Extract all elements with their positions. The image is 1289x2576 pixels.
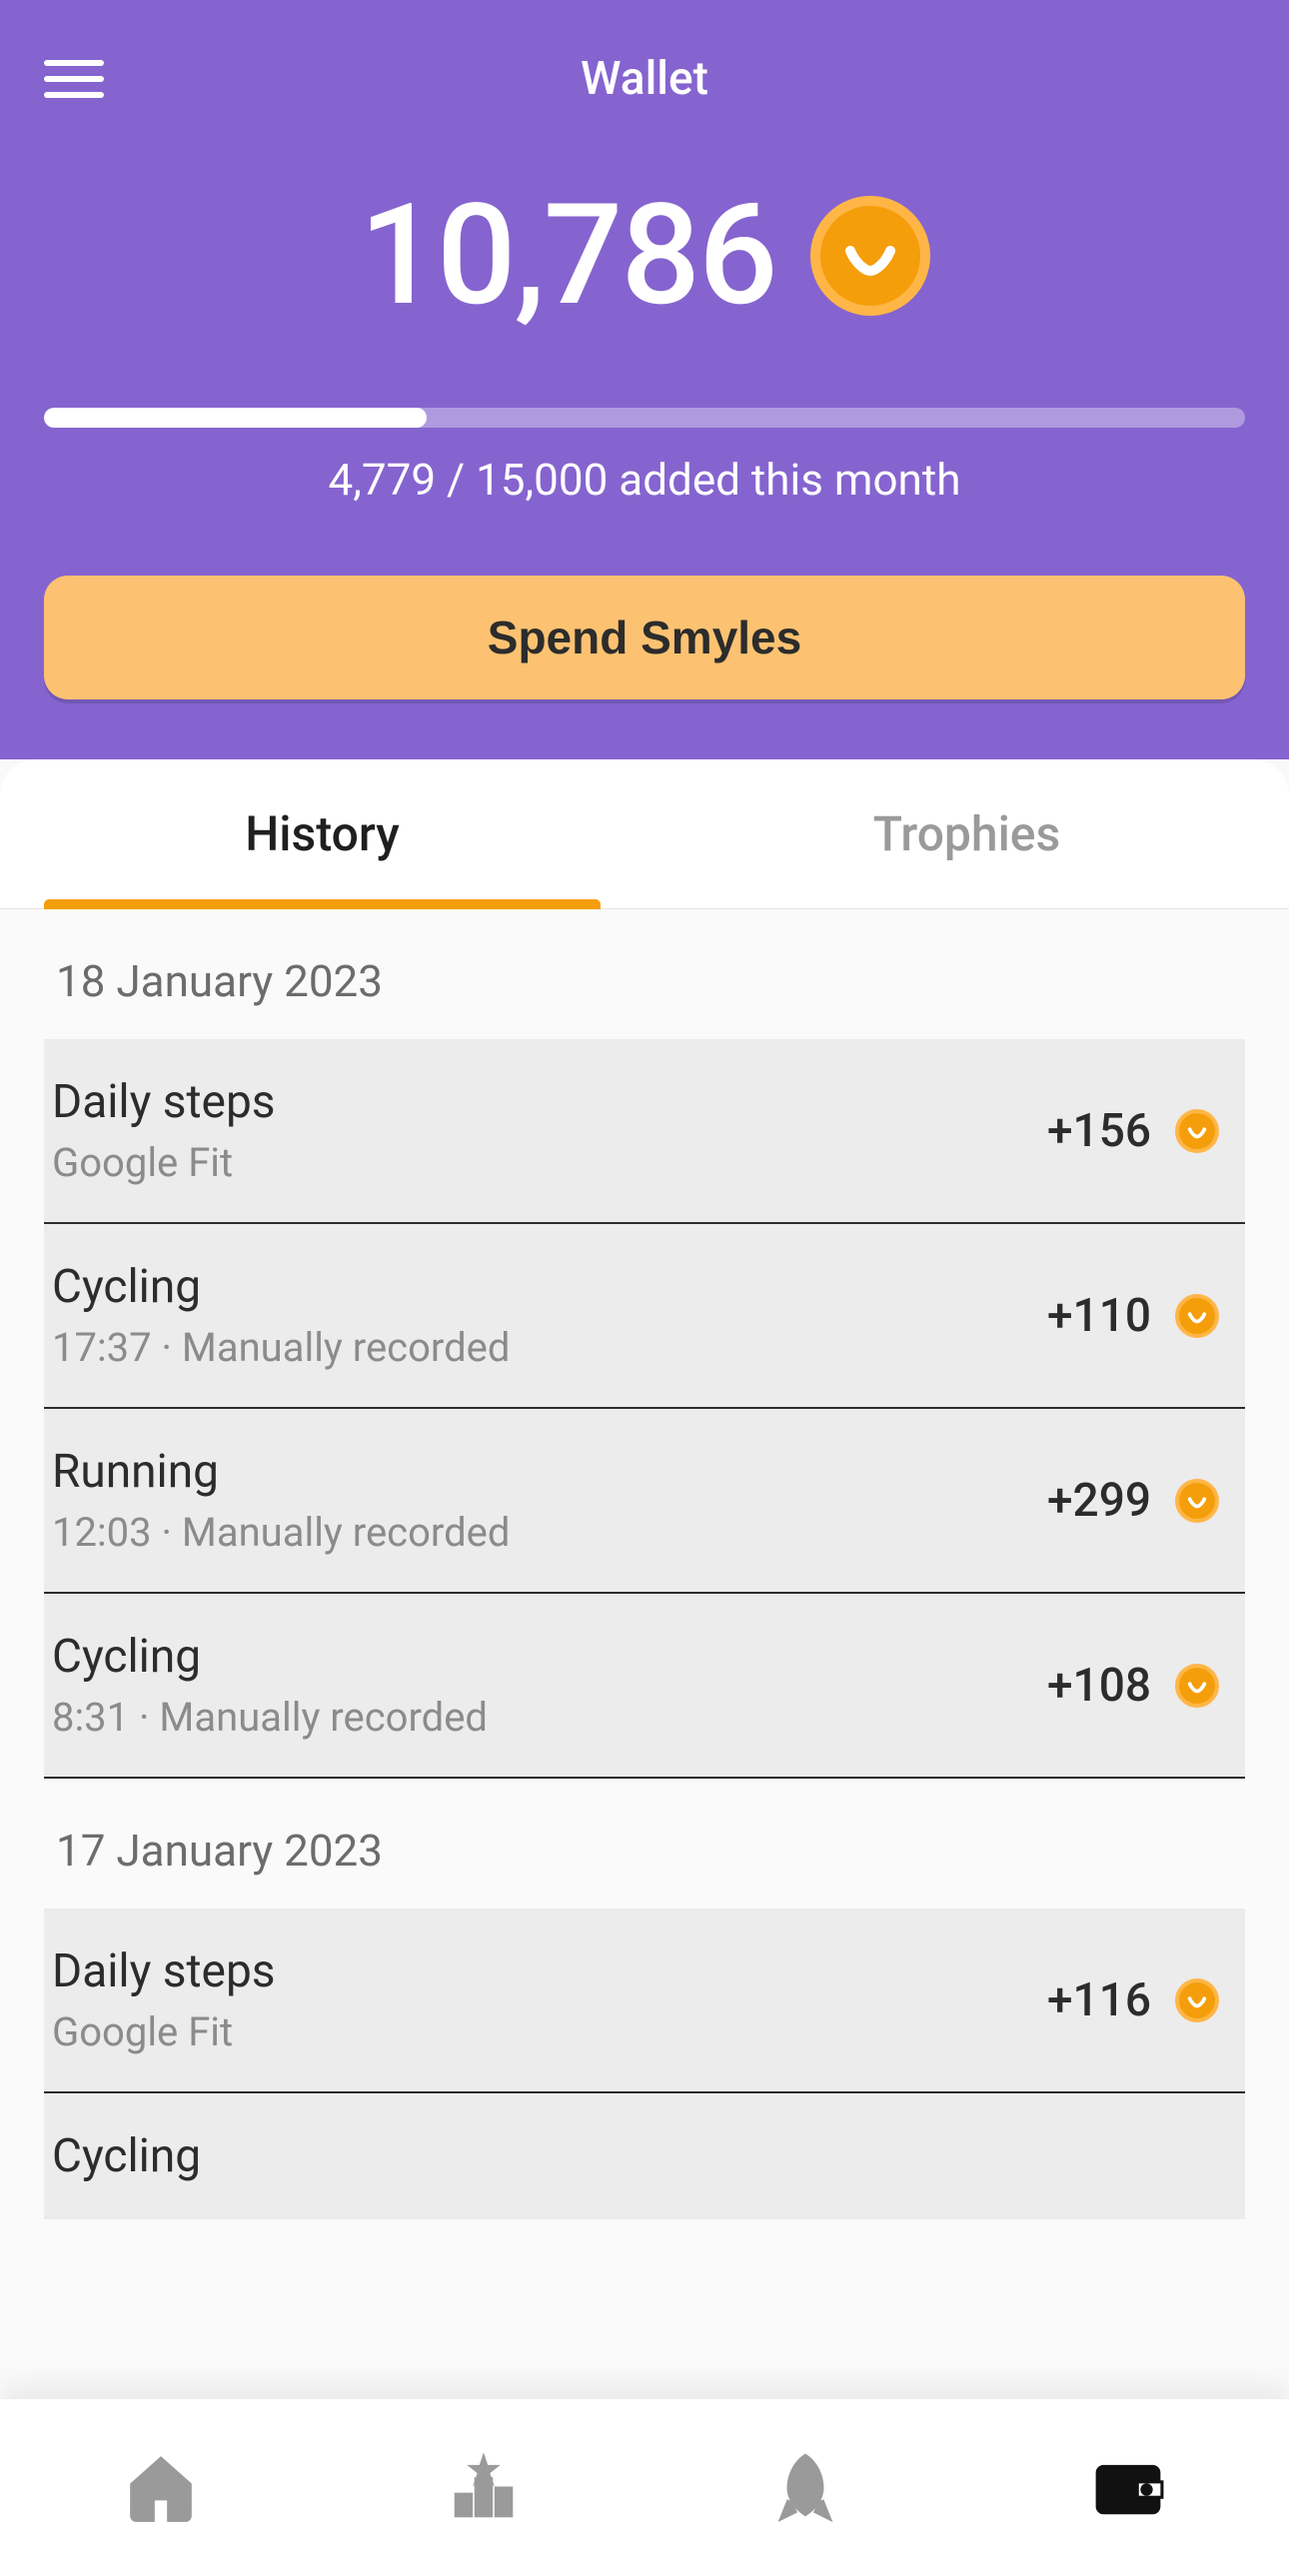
nav-home[interactable]	[0, 2399, 323, 2576]
balance-value: 10,786	[359, 174, 775, 338]
smyle-coin-icon	[810, 196, 930, 316]
history-row-title: Cycling	[52, 2129, 1219, 2183]
history-row-sub: Google Fit	[52, 2008, 1023, 2055]
spend-smyles-button[interactable]: Spend Smyles	[44, 576, 1245, 699]
history-row-title: Daily steps	[52, 1075, 1023, 1129]
page-title: Wallet	[44, 52, 1245, 106]
bottom-nav	[0, 2398, 1289, 2576]
tab-trophies-label: Trophies	[873, 805, 1060, 862]
wallet-header: Wallet 10,786 4,779 / 15,000 added this …	[0, 0, 1289, 759]
history-row-info: Running 12:03 · Manually recorded	[48, 1445, 1023, 1556]
history-row-info: Cycling	[48, 2129, 1219, 2183]
history-row-amount: +110	[1047, 1289, 1151, 1343]
history-row-title: Daily steps	[52, 1944, 1023, 1998]
home-icon	[124, 2451, 198, 2525]
history-row[interactable]: Cycling 8:31 · Manually recorded +108	[44, 1594, 1245, 1779]
history-row-info: Daily steps Google Fit	[48, 1075, 1023, 1186]
progress-bar	[44, 408, 1245, 428]
smyle-coin-icon	[1175, 1294, 1219, 1338]
history-row-amount: +156	[1047, 1104, 1151, 1158]
history-row[interactable]: Daily steps Google Fit +116	[44, 1909, 1245, 2093]
tab-history-label: History	[245, 805, 400, 862]
smyle-coin-icon	[1175, 1479, 1219, 1523]
leaderboard-icon	[447, 2451, 521, 2525]
history-row-sub: Google Fit	[52, 1139, 1023, 1186]
history-row-sub: 12:03 · Manually recorded	[52, 1509, 1023, 1556]
history-row-title: Running	[52, 1445, 1023, 1499]
content-sheet: History Trophies 18 January 2023Daily st…	[0, 759, 1289, 2398]
smyle-coin-icon	[1175, 1978, 1219, 2022]
history-date-header: 18 January 2023	[44, 909, 1245, 1039]
history-row-amount: +108	[1047, 1659, 1151, 1713]
smyle-coin-icon	[1175, 1109, 1219, 1153]
rocket-icon	[768, 2451, 842, 2525]
smyle-coin-icon	[1175, 1664, 1219, 1708]
progress-label: 4,779 / 15,000 added this month	[44, 454, 1245, 506]
tab-trophies[interactable]: Trophies	[644, 759, 1289, 908]
monthly-progress: 4,779 / 15,000 added this month	[44, 408, 1245, 506]
tab-history[interactable]: History	[0, 759, 644, 908]
history-row-title: Cycling	[52, 1630, 1023, 1684]
history-row[interactable]: Cycling 17:37 · Manually recorded +110	[44, 1224, 1245, 1409]
history-row[interactable]: Running 12:03 · Manually recorded +299	[44, 1409, 1245, 1594]
history-row-title: Cycling	[52, 1260, 1023, 1314]
tab-bar: History Trophies	[0, 759, 1289, 909]
balance-display: 10,786	[44, 174, 1245, 338]
history-row-info: Cycling 8:31 · Manually recorded	[48, 1630, 1023, 1741]
nav-wallet[interactable]	[967, 2399, 1289, 2576]
history-row[interactable]: Daily steps Google Fit +156	[44, 1039, 1245, 1224]
history-row-sub: 17:37 · Manually recorded	[52, 1324, 1023, 1371]
nav-boost[interactable]	[644, 2399, 967, 2576]
history-list[interactable]: 18 January 2023 Daily steps Google Fit +156…	[0, 909, 1289, 2398]
progress-fill	[44, 408, 427, 428]
history-row-amount: +299	[1047, 1474, 1151, 1528]
history-date-header: 17 January 2023	[44, 1779, 1245, 1909]
history-row[interactable]: Cycling	[44, 2093, 1245, 2219]
spend-button-label: Spend Smyles	[488, 611, 801, 664]
history-row-amount: +116	[1047, 1973, 1151, 2027]
history-row-sub: 8:31 · Manually recorded	[52, 1694, 1023, 1741]
nav-leaderboard[interactable]	[323, 2399, 645, 2576]
history-row-info: Cycling 17:37 · Manually recorded	[48, 1260, 1023, 1371]
wallet-icon	[1091, 2451, 1165, 2525]
history-row-info: Daily steps Google Fit	[48, 1944, 1023, 2055]
